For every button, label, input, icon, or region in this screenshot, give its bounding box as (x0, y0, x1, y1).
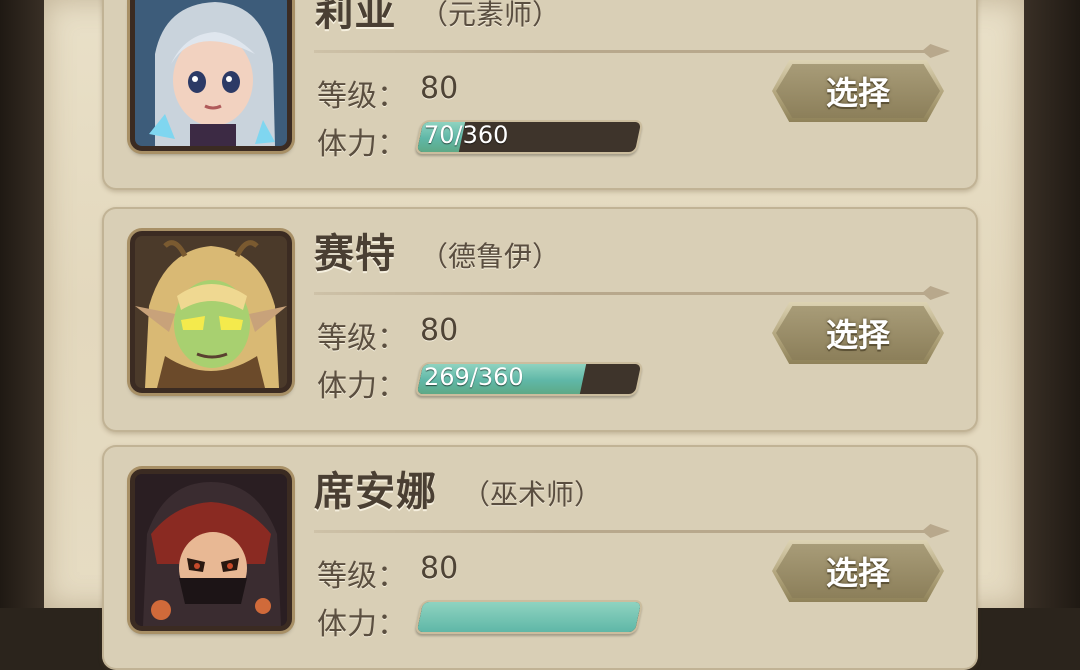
divider (314, 530, 944, 533)
level-value: 80 (420, 551, 459, 586)
hero-portrait-siana[interactable] (130, 469, 292, 631)
white-haired-elementalist-portrait-icon (135, 0, 287, 146)
right-frame-border (1020, 0, 1080, 608)
hero-card-siana: 席安娜 （巫术师） 等级： 80 体力： 选择 (102, 445, 978, 670)
stamina-label: 体力： (317, 369, 407, 404)
level-value: 80 (420, 71, 459, 106)
level-label: 等级： (317, 321, 407, 356)
level-value: 80 (420, 313, 459, 348)
hero-name: 席安娜 (314, 469, 437, 515)
divider (314, 292, 944, 295)
divider-ornament (922, 524, 950, 538)
hero-portrait-lia[interactable] (130, 0, 292, 151)
masked-sorceress-portrait-icon (135, 474, 287, 626)
divider-ornament (922, 286, 950, 300)
hero-card-lia: 莉亚 （元素师） 等级： 80 体力： 70/360 选择 (102, 0, 978, 190)
stamina-text: 70/360 (424, 121, 509, 149)
stamina-text: 269/360 (424, 363, 524, 391)
hero-name: 莉亚 (314, 0, 396, 35)
select-button-label: 选择 (825, 74, 890, 112)
level-label: 等级： (317, 559, 407, 594)
select-button[interactable]: 选择 (772, 540, 944, 602)
hero-class: （德鲁伊） (420, 240, 561, 273)
divider (314, 50, 944, 53)
level-label: 等级： (317, 79, 407, 114)
select-button[interactable]: 选择 (772, 60, 944, 122)
hero-portrait-set[interactable] (130, 231, 292, 393)
hero-name: 赛特 (314, 231, 396, 277)
hero-card-set: 赛特 （德鲁伊） 等级： 80 体力： 269/360 选择 (102, 207, 978, 432)
stamina-label: 体力： (317, 607, 407, 642)
hero-class: （元素师） (420, 0, 561, 31)
stamina-bar (414, 600, 644, 634)
left-frame-border (0, 0, 48, 608)
hero-class: （巫术师） (462, 478, 603, 511)
stamina-bar-fill (416, 602, 642, 632)
divider-ornament (922, 44, 950, 58)
select-button-label: 选择 (825, 316, 890, 354)
elf-druid-portrait-icon (135, 236, 287, 388)
select-button-label: 选择 (825, 554, 890, 592)
stamina-label: 体力： (317, 127, 407, 162)
select-button[interactable]: 选择 (772, 302, 944, 364)
